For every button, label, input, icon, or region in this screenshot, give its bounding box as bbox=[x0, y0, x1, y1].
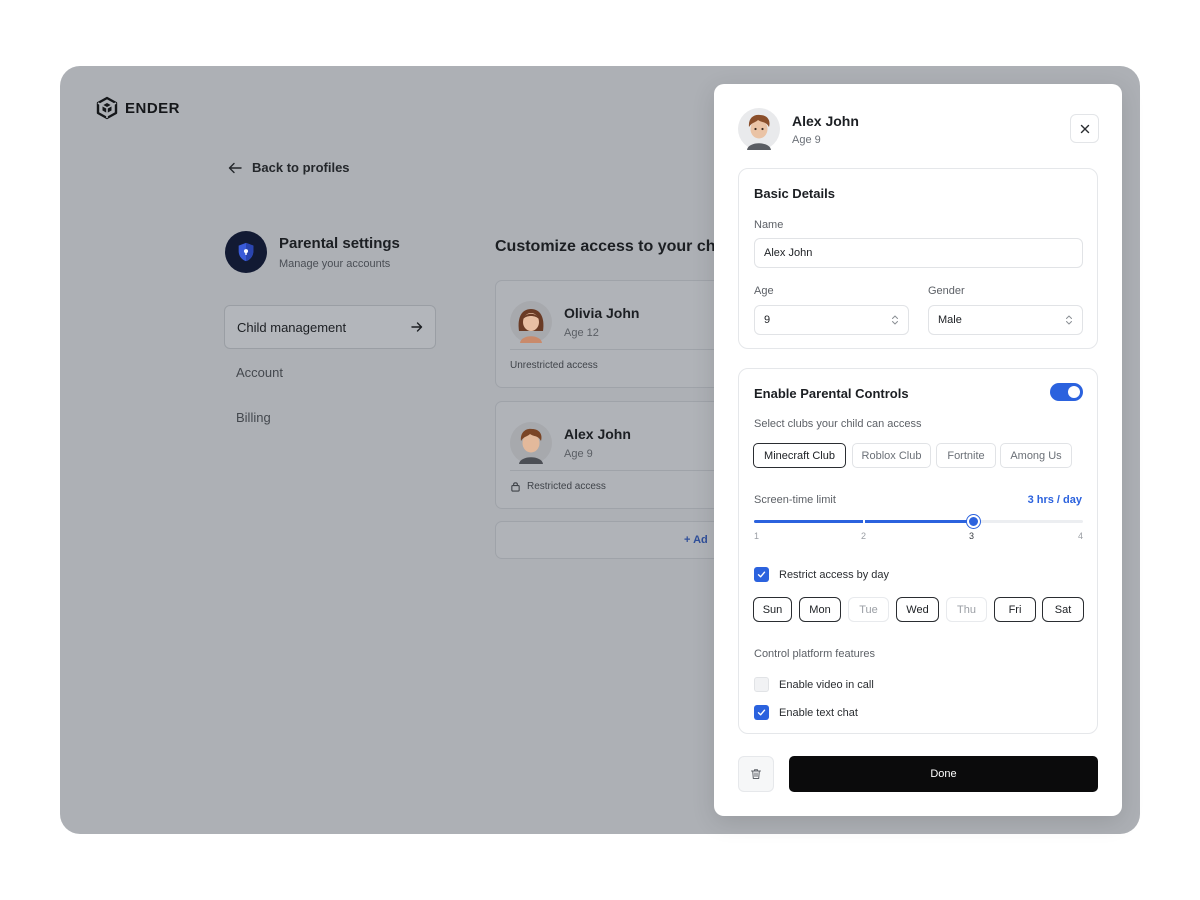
checkbox[interactable] bbox=[754, 677, 769, 692]
child-name: Olivia John bbox=[564, 305, 640, 321]
edit-child-panel: Alex John Age 9 Basic Details Name Alex … bbox=[714, 84, 1122, 816]
brand-name: ENDER bbox=[125, 99, 181, 117]
club-chip-minecraft[interactable]: Minecraft Club bbox=[753, 443, 846, 468]
section-title: Customize access to your child bbox=[495, 238, 735, 255]
child-age: Age 9 bbox=[564, 448, 593, 460]
nav-item-label: Billing bbox=[236, 409, 271, 425]
checkbox[interactable] bbox=[754, 705, 769, 720]
club-chip-among-us[interactable]: Among Us bbox=[1000, 443, 1072, 468]
nav-item-label: Account bbox=[236, 364, 283, 380]
slider-tick-label: 3 bbox=[969, 531, 975, 541]
day-chip-sat[interactable]: Sat bbox=[1042, 597, 1084, 622]
name-field[interactable]: Alex John bbox=[754, 238, 1083, 268]
day-chip-mon[interactable]: Mon bbox=[799, 597, 841, 622]
child-name: Alex John bbox=[564, 426, 631, 442]
parental-controls-title: Enable Parental Controls bbox=[754, 386, 909, 401]
slider-tick-label: 1 bbox=[754, 531, 760, 541]
close-icon bbox=[1080, 124, 1089, 133]
child-card-olivia[interactable]: Olivia John Age 12 Unrestricted access bbox=[495, 280, 735, 388]
day-chip-sun[interactable]: Sun bbox=[753, 597, 792, 622]
video-call-label: Enable video in call bbox=[779, 678, 874, 691]
slider-tick-label: 2 bbox=[861, 531, 867, 541]
checkbox[interactable] bbox=[754, 567, 769, 582]
trash-icon bbox=[751, 769, 761, 779]
child-age: Age 12 bbox=[564, 327, 599, 339]
club-chip-roblox[interactable]: Roblox Club bbox=[852, 443, 931, 468]
panel-child-name: Alex John bbox=[792, 112, 859, 129]
check-icon bbox=[757, 709, 766, 716]
parental-settings-header: Parental settings Manage your accounts bbox=[225, 231, 400, 273]
slider-tick-label: 4 bbox=[1078, 531, 1084, 541]
done-button[interactable]: Done bbox=[789, 756, 1098, 792]
panel-child-age: Age 9 bbox=[792, 133, 821, 146]
day-chip-fri[interactable]: Fri bbox=[994, 597, 1036, 622]
nav-item-child-management[interactable]: Child management bbox=[224, 305, 436, 349]
lock-icon bbox=[511, 482, 520, 492]
page-subtitle: Manage your accounts bbox=[279, 257, 391, 270]
nav-item-account[interactable]: Account bbox=[224, 350, 436, 394]
delete-child-button[interactable] bbox=[738, 756, 774, 792]
brand-logo[interactable]: ENDER bbox=[95, 96, 180, 120]
parental-controls-card: Enable Parental Controls Select clubs yo… bbox=[738, 368, 1098, 734]
close-button[interactable] bbox=[1070, 114, 1099, 143]
child-avatar-boy bbox=[510, 422, 552, 464]
add-child-button[interactable]: + Ad bbox=[495, 521, 735, 559]
video-call-checkbox[interactable]: Enable video in call bbox=[754, 677, 874, 692]
parental-settings-badge bbox=[225, 231, 267, 273]
access-status: Restricted access bbox=[496, 471, 734, 502]
parental-controls-toggle[interactable] bbox=[1050, 383, 1083, 401]
nav-item-billing[interactable]: Billing bbox=[224, 395, 436, 439]
ender-logo-icon bbox=[96, 96, 118, 120]
platform-features-label: Control platform features bbox=[754, 648, 876, 660]
basic-details-card: Basic Details Name Alex John Age 9 Gende… bbox=[738, 168, 1098, 349]
back-to-profiles-link[interactable]: Back to profiles bbox=[228, 160, 350, 175]
age-label: Age bbox=[754, 285, 774, 297]
text-chat-checkbox[interactable]: Enable text chat bbox=[754, 705, 858, 720]
gender-label: Gender bbox=[928, 285, 965, 297]
nav-item-label: Child management bbox=[237, 319, 347, 335]
check-icon bbox=[757, 571, 766, 578]
name-value: Alex John bbox=[764, 247, 813, 259]
access-label: Unrestricted access bbox=[510, 360, 598, 371]
basic-details-title: Basic Details bbox=[754, 186, 835, 201]
access-label: Restricted access bbox=[527, 481, 606, 492]
gender-value: Male bbox=[938, 314, 962, 326]
arrow-right-icon bbox=[411, 322, 423, 332]
chevron-updown-icon bbox=[892, 315, 898, 325]
page-title: Parental settings bbox=[279, 234, 400, 252]
age-value: 9 bbox=[764, 314, 771, 326]
screen-time-value: 3 hrs / day bbox=[1027, 494, 1082, 506]
screen-time-slider[interactable] bbox=[754, 515, 1083, 528]
shield-icon bbox=[238, 242, 254, 262]
avatar bbox=[738, 108, 780, 150]
restrict-label: Restrict access by day bbox=[779, 568, 890, 581]
slider-thumb[interactable] bbox=[967, 515, 980, 528]
age-select[interactable]: 9 bbox=[754, 305, 909, 335]
text-chat-label: Enable text chat bbox=[779, 706, 858, 719]
clubs-label: Select clubs your child can access bbox=[754, 418, 922, 430]
gender-select[interactable]: Male bbox=[928, 305, 1083, 335]
restrict-by-day-checkbox[interactable]: Restrict access by day bbox=[754, 567, 889, 582]
child-avatar-girl bbox=[510, 301, 552, 343]
screen-time-label: Screen-time limit bbox=[754, 494, 836, 506]
day-chip-wed[interactable]: Wed bbox=[896, 597, 939, 622]
day-chip-thu[interactable]: Thu bbox=[946, 597, 987, 622]
add-child-label: + Ad bbox=[684, 534, 708, 546]
panel-header: Alex John Age 9 bbox=[738, 108, 859, 150]
slider-tick bbox=[863, 519, 865, 524]
name-label: Name bbox=[754, 219, 784, 231]
club-chip-fortnite[interactable]: Fortnite bbox=[936, 443, 996, 468]
chevron-updown-icon bbox=[1066, 315, 1072, 325]
arrow-left-icon bbox=[228, 162, 242, 173]
back-label: Back to profiles bbox=[252, 160, 350, 175]
child-card-alex[interactable]: Alex John Age 9 Restricted access bbox=[495, 401, 735, 509]
day-chip-tue[interactable]: Tue bbox=[848, 597, 889, 622]
access-status: Unrestricted access bbox=[496, 350, 734, 381]
